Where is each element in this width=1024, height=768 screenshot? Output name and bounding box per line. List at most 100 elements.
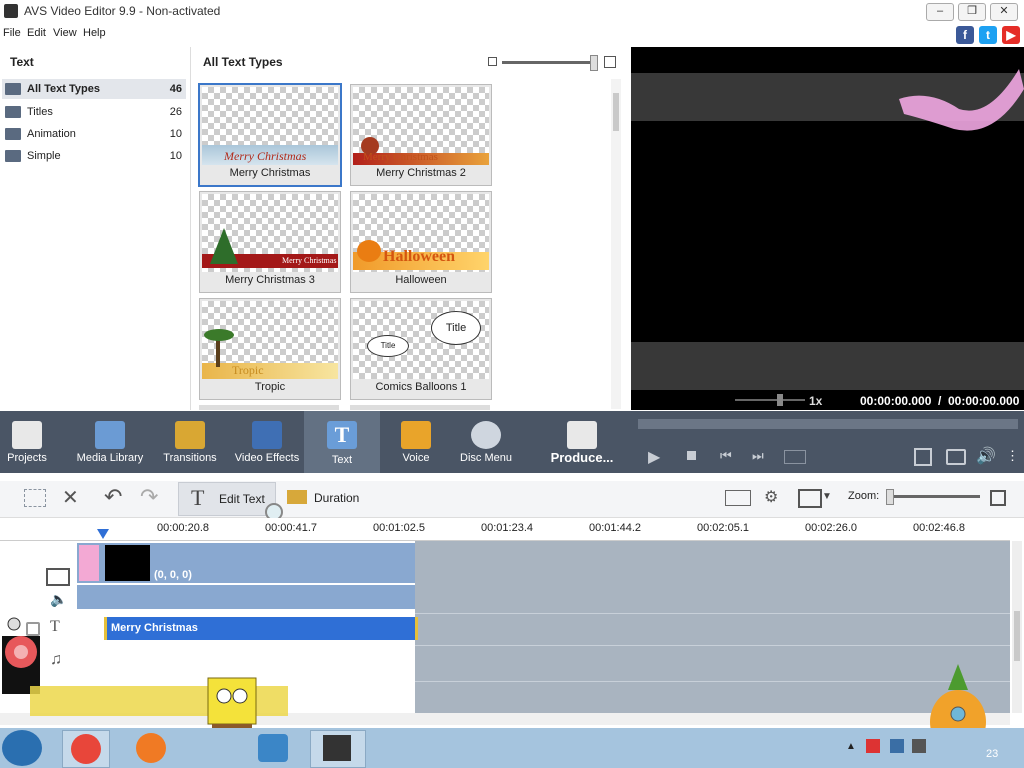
- stop-icon[interactable]: [687, 451, 696, 460]
- small-size-icon[interactable]: [488, 57, 497, 66]
- mute-speaker-icon[interactable]: 🔈: [50, 591, 67, 608]
- thumbnail-size-slider[interactable]: [502, 61, 594, 64]
- button-label: Video Effects: [234, 452, 300, 464]
- template-preview: Merry Christmas: [353, 87, 489, 165]
- video-effects-button[interactable]: Video Effects: [232, 411, 302, 473]
- button-label: Voice: [402, 452, 430, 464]
- ruler-tick: 00:02:46.8: [913, 522, 965, 534]
- snapshot-camera-icon[interactable]: [946, 449, 966, 465]
- projects-button[interactable]: Projects: [2, 411, 52, 473]
- video-clip-pink[interactable]: [79, 545, 99, 581]
- twitter-icon[interactable]: t: [979, 26, 997, 44]
- ruler-tick: 00:01:02.5: [373, 522, 425, 534]
- text-clip[interactable]: Merry Christmas: [104, 617, 418, 640]
- playhead-marker[interactable]: [97, 529, 109, 539]
- playback-speed[interactable]: 1x: [809, 394, 822, 408]
- menu-help[interactable]: Help: [83, 27, 106, 39]
- media-library-icon: [95, 421, 125, 449]
- duration-icon[interactable]: [287, 490, 307, 504]
- template-preview: Merry Christmas: [202, 87, 338, 165]
- ruler-tick: 00:00:20.8: [157, 522, 209, 534]
- button-label: Projects: [7, 452, 47, 464]
- category-simple[interactable]: Simple 10: [2, 146, 186, 166]
- text-template-merry-christmas[interactable]: Merry Christmas Merry Christmas: [198, 83, 342, 187]
- gallery-scrollbar[interactable]: [611, 79, 621, 409]
- zoom-slider[interactable]: [890, 495, 980, 498]
- media-library-button[interactable]: Media Library: [74, 411, 146, 473]
- redo-icon[interactable]: ↷: [140, 484, 158, 510]
- split-icon[interactable]: [784, 450, 806, 464]
- timeline-empty-area[interactable]: [415, 541, 1010, 713]
- video-clip-black[interactable]: [105, 545, 150, 581]
- disc-menu-button[interactable]: Disc Menu: [456, 411, 516, 473]
- category-animation[interactable]: Animation 10: [2, 124, 186, 144]
- play-icon[interactable]: ▶: [648, 447, 660, 467]
- template-row-partial: [350, 405, 490, 410]
- menu-view[interactable]: View: [53, 27, 77, 39]
- previous-frame-icon[interactable]: ⏮: [720, 448, 732, 464]
- seek-bar[interactable]: [638, 419, 1018, 429]
- delete-icon[interactable]: ✕: [62, 485, 79, 510]
- menu-file[interactable]: File: [3, 27, 21, 39]
- undo-icon[interactable]: ↶: [104, 484, 122, 510]
- tray-expand-icon[interactable]: ▲: [846, 741, 856, 752]
- youtube-icon[interactable]: ▶: [1002, 26, 1020, 44]
- zoom-slider-handle[interactable]: [886, 489, 894, 505]
- scrollbar-thumb[interactable]: [613, 93, 619, 131]
- chevron-down-icon[interactable]: ▼: [822, 491, 832, 502]
- monitor-icon[interactable]: [798, 489, 822, 508]
- category-all-text-types[interactable]: All Text Types 46: [2, 79, 186, 99]
- audio-mixer-icon[interactable]: ⚙: [764, 487, 778, 507]
- fullscreen-icon[interactable]: [914, 448, 932, 466]
- tray-flag-icon[interactable]: [866, 739, 880, 753]
- close-button[interactable]: ✕: [990, 3, 1018, 21]
- scrollbar-thumb[interactable]: [1014, 611, 1020, 661]
- start-button[interactable]: [2, 730, 42, 766]
- template-label: Merry Christmas 3: [225, 274, 315, 286]
- produce-button[interactable]: Produce...: [546, 411, 618, 473]
- video-track-icon: [46, 568, 70, 586]
- disc-icon: [471, 421, 501, 449]
- tray-volume-icon[interactable]: [912, 739, 926, 753]
- volume-handle[interactable]: [777, 394, 783, 406]
- text-button[interactable]: T Text: [304, 411, 380, 473]
- text-category-panel: Text All Text Types 46 Titles 26 Animati…: [0, 47, 191, 410]
- tray-network-icon[interactable]: [890, 739, 904, 753]
- timeline-scrollbar[interactable]: [1012, 541, 1022, 713]
- template-overlay-text: Merry Christmas: [282, 256, 337, 265]
- category-titles[interactable]: Titles 26: [2, 102, 186, 122]
- split-clip-icon[interactable]: [725, 490, 751, 506]
- more-options-icon[interactable]: ⋮: [1006, 448, 1019, 464]
- text-template-comics-balloons-1[interactable]: Title Title Comics Balloons 1: [350, 298, 492, 400]
- template-preview: Tropic: [202, 301, 338, 379]
- clock-partial[interactable]: 23: [986, 748, 998, 760]
- fit-to-window-icon[interactable]: [990, 490, 1006, 506]
- menu-edit[interactable]: Edit: [27, 27, 46, 39]
- text-template-tropic[interactable]: Tropic Tropic: [199, 298, 341, 400]
- transitions-button[interactable]: Transitions: [160, 411, 220, 473]
- large-size-icon[interactable]: [604, 56, 616, 68]
- ruler-tick: 00:02:26.0: [805, 522, 857, 534]
- facebook-icon[interactable]: f: [956, 26, 974, 44]
- taskbar-firefox[interactable]: [128, 730, 174, 766]
- text-template-merry-christmas-2[interactable]: Merry Christmas Merry Christmas 2: [350, 84, 492, 186]
- text-template-halloween[interactable]: Halloween Halloween: [350, 191, 492, 293]
- duration-button[interactable]: Duration: [314, 491, 359, 505]
- audio-subtrack[interactable]: [77, 585, 415, 609]
- text-template-merry-christmas-3[interactable]: Merry Christmas Merry Christmas 3: [199, 191, 341, 293]
- minimize-button[interactable]: –: [926, 3, 954, 21]
- template-row-partial: [199, 405, 339, 410]
- next-frame-icon[interactable]: ⏭: [752, 448, 764, 464]
- volume-slider[interactable]: [735, 399, 805, 401]
- taskbar-avs-video-editor[interactable]: [310, 730, 366, 768]
- template-overlay-text: Merry Christmas: [363, 151, 438, 163]
- slider-handle[interactable]: [590, 55, 598, 71]
- taskbar-chrome[interactable]: [62, 730, 110, 768]
- voice-button[interactable]: Voice: [392, 411, 440, 473]
- edit-text-button[interactable]: T Edit Text: [178, 482, 276, 516]
- storyboard-toggle-icon[interactable]: [24, 489, 46, 507]
- volume-icon[interactable]: 🔊: [976, 446, 996, 466]
- taskbar-app[interactable]: [250, 730, 296, 766]
- firefox-icon: [136, 733, 166, 763]
- restore-button[interactable]: ❐: [958, 3, 986, 21]
